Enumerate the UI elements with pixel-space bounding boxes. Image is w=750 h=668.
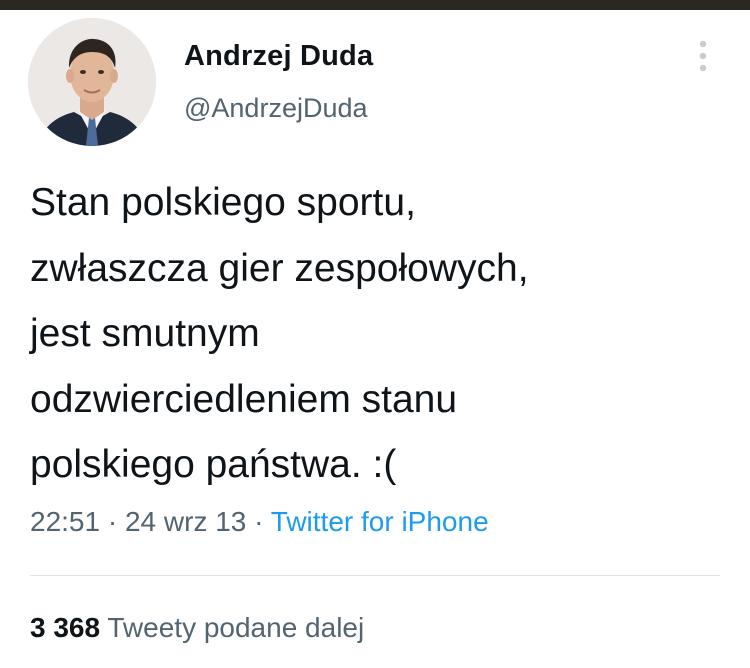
divider	[30, 575, 720, 576]
top-edge-strip	[0, 0, 750, 10]
tweet-text: Stan polskiego sportu, zwłaszcza gier ze…	[30, 181, 529, 486]
more-vertical-icon[interactable]	[690, 36, 716, 76]
tweet-meta: 22:51 · 24 wrz 13 · Twitter for iPhone	[30, 506, 489, 538]
meta-separator: ·	[246, 506, 271, 537]
tweet-source-link[interactable]: Twitter for iPhone	[271, 506, 489, 537]
avatar[interactable]	[28, 18, 156, 146]
avatar-image	[28, 18, 156, 146]
retweet-count: 3 368	[30, 612, 101, 643]
tweet-time[interactable]: 22:51	[30, 506, 100, 537]
retweet-label: Tweety podane dalej	[107, 612, 365, 643]
retweet-stats[interactable]: 3 368 Tweety podane dalej	[30, 612, 364, 644]
meta-separator: ·	[100, 506, 125, 537]
tweet-date[interactable]: 24 wrz 13	[125, 506, 246, 537]
display-name[interactable]: Andrzej Duda	[184, 40, 373, 73]
user-handle[interactable]: @AndrzejDuda	[184, 93, 368, 124]
